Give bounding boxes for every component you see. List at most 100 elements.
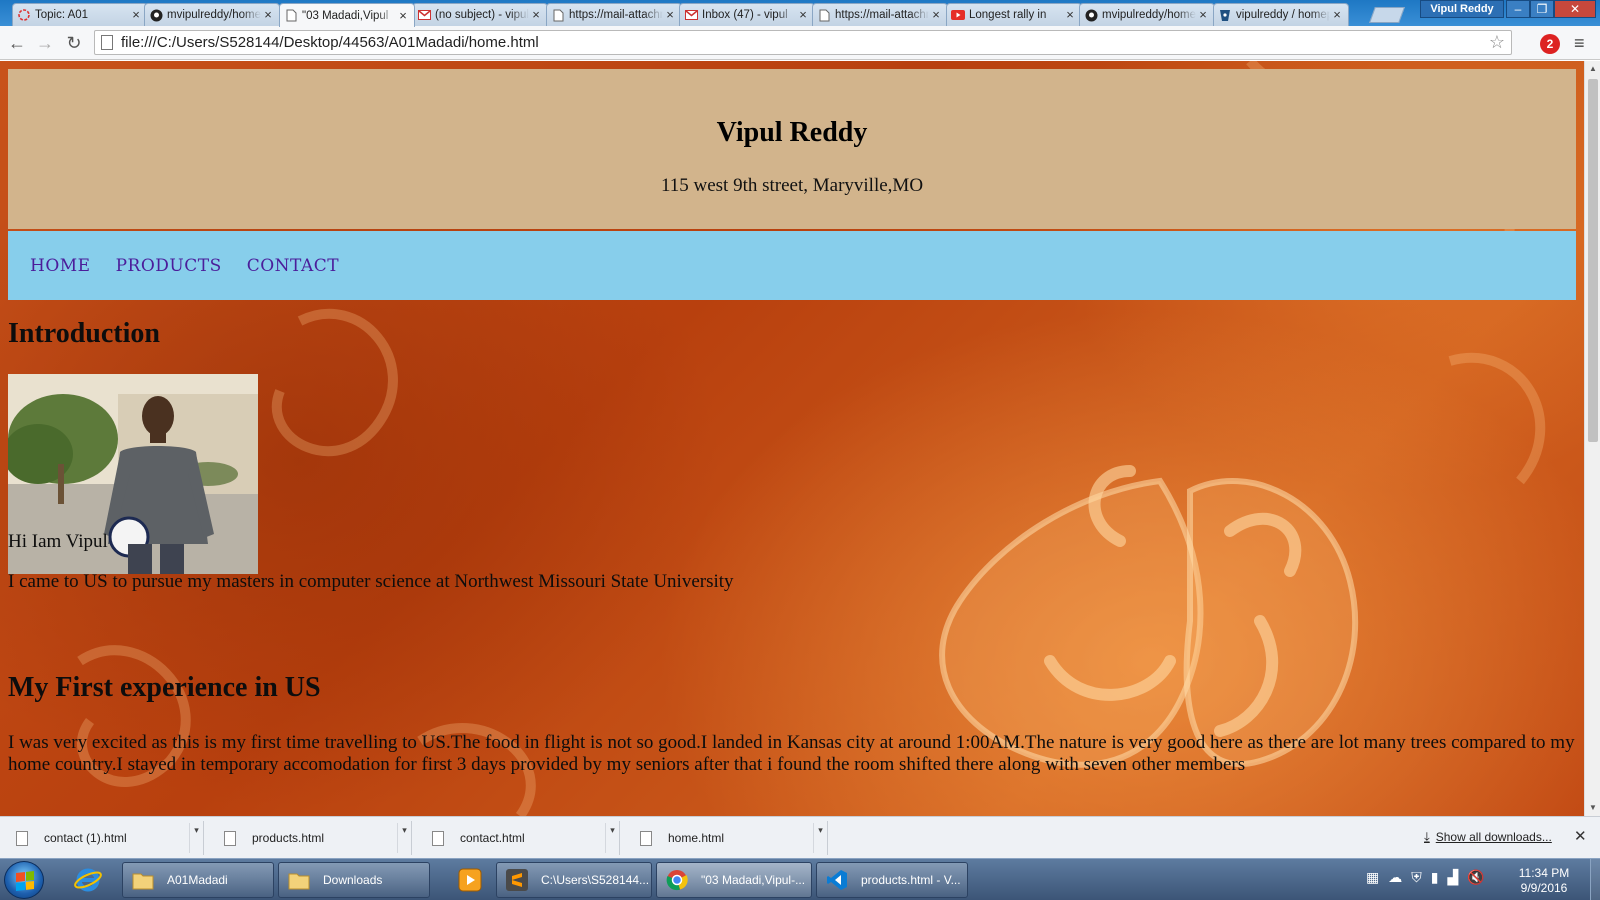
tab-active-madadi[interactable]: "03 Madadi,Vipul × — [279, 3, 415, 27]
experience-heading: My First experience in US — [8, 672, 321, 703]
taskbar-item-label: Downloads — [323, 873, 383, 887]
taskbar-item-vscode[interactable]: products.html - V... — [816, 862, 968, 898]
tab-title: (no subject) - vipul — [435, 9, 529, 21]
tab-title: vipulreddy / homepage — [1236, 9, 1330, 21]
minimize-icon[interactable]: – — [1506, 0, 1530, 18]
tab-github-2[interactable]: mvipulreddy/homepage × — [1079, 3, 1215, 26]
close-icon[interactable]: × — [396, 8, 410, 23]
close-icon[interactable]: × — [129, 8, 143, 22]
tab-youtube[interactable]: Longest rally in × — [946, 3, 1082, 26]
close-icon[interactable]: × — [1063, 8, 1077, 22]
close-icon[interactable]: × — [796, 8, 810, 22]
menu-icon[interactable]: ≡ — [1574, 33, 1585, 54]
extension-icon[interactable]: 2 — [1540, 34, 1560, 54]
bookmark-star-icon[interactable]: ☆ — [1489, 32, 1505, 53]
close-icon[interactable]: × — [261, 8, 275, 22]
chrome-icon — [665, 868, 689, 892]
network-adapter-icon[interactable]: ▦ — [1366, 869, 1379, 886]
taskbar-item-label: A01Madadi — [167, 873, 228, 887]
download-item[interactable]: products.html ▾ — [212, 821, 412, 855]
show-all-downloads-link[interactable]: ⤓ Show all downloads... — [1424, 829, 1552, 845]
download-filename: home.html — [668, 831, 725, 845]
download-item[interactable]: contact.html ▾ — [420, 821, 620, 855]
forward-arrow-icon[interactable]: → — [34, 32, 56, 54]
site-owner-name: Vipul Reddy — [716, 117, 868, 148]
scroll-down-arrow-icon[interactable]: ▼ — [1585, 800, 1600, 816]
system-clock[interactable]: 11:34 PM 9/9/2016 — [1510, 866, 1578, 896]
chevron-down-icon[interactable]: ▾ — [189, 823, 203, 853]
chevron-down-icon[interactable]: ▾ — [813, 823, 827, 853]
close-icon[interactable]: × — [1330, 8, 1344, 22]
tab-title: https://mail-attachment — [569, 9, 663, 21]
nav-link-contact[interactable]: CONTACT — [247, 256, 339, 276]
scroll-up-arrow-icon[interactable]: ▲ — [1585, 61, 1600, 77]
file-icon — [16, 830, 28, 846]
chevron-down-icon[interactable]: ▾ — [605, 823, 619, 853]
page-icon — [817, 8, 831, 22]
scroll-thumb[interactable] — [1588, 79, 1598, 442]
signal-icon[interactable]: ▟ — [1447, 869, 1458, 886]
show-desktop-button[interactable] — [1590, 859, 1600, 900]
taskbar-item-label: C:\Users\S528144... — [541, 873, 650, 887]
clock-date: 9/9/2016 — [1520, 881, 1568, 895]
download-item[interactable]: contact (1).html ▾ — [4, 821, 204, 855]
taskbar-item-a01madadi[interactable]: A01Madadi — [122, 862, 274, 898]
volume-muted-icon[interactable]: 🔇 — [1467, 869, 1484, 886]
url-text: file:///C:/Users/S528144/Desktop/44563/A… — [121, 34, 539, 51]
start-button[interactable] — [4, 861, 44, 899]
media-player-icon[interactable] — [450, 862, 490, 898]
show-all-label: Show all downloads... — [1435, 830, 1552, 844]
nav-link-products[interactable]: PRODUCTS — [116, 256, 222, 276]
close-icon[interactable]: × — [929, 8, 943, 22]
greeting-text: Hi Iam Vipul — [8, 531, 108, 552]
site-address: 115 west 9th street, Maryville,MO — [660, 175, 924, 196]
battery-icon[interactable]: ▮ — [1431, 869, 1439, 886]
tab-mail-attachment-2[interactable]: https://mail-attachment × — [812, 3, 948, 26]
tab-topic-a01[interactable]: Topic: A01 × — [12, 3, 148, 26]
internet-explorer-icon[interactable] — [68, 862, 108, 898]
page-icon — [551, 8, 565, 22]
close-icon[interactable]: × — [529, 8, 543, 22]
page-icon — [284, 9, 298, 23]
cloud-icon[interactable]: ☁ — [1388, 869, 1402, 886]
nav-link-home[interactable]: HOME — [30, 256, 91, 276]
tab-mail-attachment-1[interactable]: https://mail-attachment × — [546, 3, 682, 26]
browser-toolbar: ← → ↻ file:///C:/Users/S528144/Desktop/4… — [0, 26, 1600, 60]
new-tab-button[interactable] — [1369, 7, 1405, 23]
chevron-down-icon[interactable]: ▾ — [397, 823, 411, 853]
tab-github[interactable]: mvipulreddy/homepage × — [144, 3, 280, 26]
shield-icon[interactable]: ⛨ — [1411, 869, 1422, 886]
download-item[interactable]: home.html ▾ — [628, 821, 828, 855]
intro-paragraph: I came to US to pursue my masters in com… — [8, 571, 734, 592]
taskbar-item-sublime[interactable]: C:\Users\S528144... — [496, 862, 652, 898]
github-icon — [149, 8, 163, 22]
download-filename: products.html — [252, 831, 325, 845]
taskbar-item-chrome[interactable]: "03 Madadi,Vipul-... — [656, 862, 812, 898]
close-icon[interactable]: × — [1196, 8, 1210, 22]
close-window-icon[interactable]: ✕ — [1554, 0, 1596, 18]
gmail-icon — [684, 8, 698, 22]
vscode-icon — [825, 868, 849, 892]
back-arrow-icon[interactable]: ← — [6, 32, 28, 54]
page-scrollbar[interactable]: ▲ ▼ — [1584, 61, 1600, 816]
clock-time: 11:34 PM — [1518, 866, 1570, 880]
address-bar[interactable]: file:///C:/Users/S528144/Desktop/44563/A… — [94, 30, 1512, 55]
tab-title: Topic: A01 — [35, 9, 89, 21]
extension-badge: 2 — [1546, 37, 1554, 51]
windows-logo-icon — [16, 871, 34, 891]
page-viewport: Vipul Reddy 115 west 9th street, Maryvil… — [0, 61, 1584, 816]
close-icon[interactable]: × — [663, 8, 677, 22]
github-icon — [1084, 8, 1098, 22]
taskbar-item-downloads[interactable]: Downloads — [278, 862, 430, 898]
restore-icon[interactable]: ❐ — [1530, 0, 1554, 18]
tab-bitbucket[interactable]: vipulreddy / homepage × — [1213, 3, 1349, 26]
tab-title: Longest rally in — [969, 9, 1047, 21]
reload-icon[interactable]: ↻ — [63, 32, 85, 54]
sublime-text-icon — [505, 868, 529, 892]
profile-button[interactable]: Vipul Reddy — [1420, 0, 1504, 18]
tab-gmail-no-subject[interactable]: (no subject) - vipul × — [412, 3, 548, 26]
tab-title: mvipulreddy/homepage — [1102, 9, 1196, 21]
tab-strip: Topic: A01 × mvipulreddy/homepage × "03 … — [0, 0, 1600, 27]
close-icon[interactable]: ✕ — [1574, 827, 1587, 845]
tab-gmail-inbox[interactable]: Inbox (47) - vipul × — [679, 3, 815, 26]
